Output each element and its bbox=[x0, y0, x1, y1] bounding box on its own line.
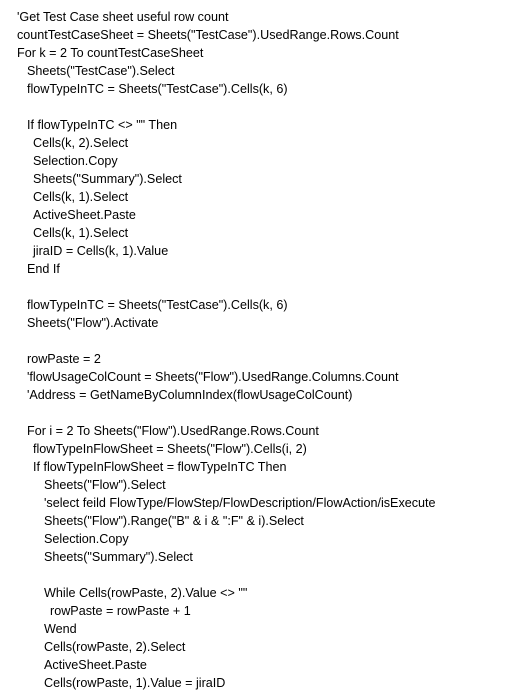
code-line: For k = 2 To countTestCaseSheet bbox=[17, 46, 204, 60]
code-line: 'Get Test Case sheet useful row count bbox=[17, 10, 229, 24]
code-line: End If bbox=[27, 262, 60, 276]
code-line: rowPaste = 2 bbox=[27, 352, 101, 366]
code-line: countTestCaseSheet = Sheets("TestCase").… bbox=[17, 28, 399, 42]
code-listing: 'Get Test Case sheet useful row count cou… bbox=[0, 8, 530, 692]
code-line: If flowTypeInFlowSheet = flowTypeInTC Th… bbox=[33, 460, 287, 474]
code-line: Cells(rowPaste, 1).Value = jiraID bbox=[44, 676, 226, 690]
code-line: For i = 2 To Sheets("Flow").UsedRange.Ro… bbox=[27, 424, 319, 438]
code-line: Cells(rowPaste, 2).Select bbox=[44, 640, 186, 654]
code-line: Cells(k, 1).Select bbox=[33, 226, 129, 240]
code-line: Sheets("Flow").Range("B" & i & ":F" & i)… bbox=[44, 514, 304, 528]
code-line: Cells(k, 1).Select bbox=[33, 190, 129, 204]
code-line: Sheets("Flow").Activate bbox=[27, 316, 159, 330]
code-line: 'select feild FlowType/FlowStep/FlowDesc… bbox=[44, 496, 436, 510]
code-line: If flowTypeInTC <> "" Then bbox=[27, 118, 178, 132]
code-line: Selection.Copy bbox=[33, 154, 118, 168]
code-line: jiraID = Cells(k, 1).Value bbox=[33, 244, 169, 258]
code-line: Wend bbox=[44, 622, 77, 636]
code-line: Sheets("Summary").Select bbox=[44, 550, 193, 564]
code-line: Sheets("Summary").Select bbox=[33, 172, 182, 186]
code-line: While Cells(rowPaste, 2).Value <> "" bbox=[44, 586, 248, 600]
code-line: ActiveSheet.Paste bbox=[44, 658, 147, 672]
code-line: rowPaste = rowPaste + 1 bbox=[50, 604, 191, 618]
code-line: Sheets("TestCase").Select bbox=[27, 64, 175, 78]
code-line: ActiveSheet.Paste bbox=[33, 208, 136, 222]
code-line: flowTypeInTC = Sheets("TestCase").Cells(… bbox=[27, 298, 288, 312]
code-line: Selection.Copy bbox=[44, 532, 129, 546]
code-line: Cells(k, 2).Select bbox=[33, 136, 129, 150]
code-line: Sheets("Flow").Select bbox=[44, 478, 166, 492]
code-line: 'Address = GetNameByColumnIndex(flowUsag… bbox=[27, 388, 353, 402]
code-line: 'flowUsageColCount = Sheets("Flow").Used… bbox=[27, 370, 399, 384]
code-line: flowTypeInTC = Sheets("TestCase").Cells(… bbox=[27, 82, 288, 96]
code-line: flowTypeInFlowSheet = Sheets("Flow").Cel… bbox=[33, 442, 307, 456]
